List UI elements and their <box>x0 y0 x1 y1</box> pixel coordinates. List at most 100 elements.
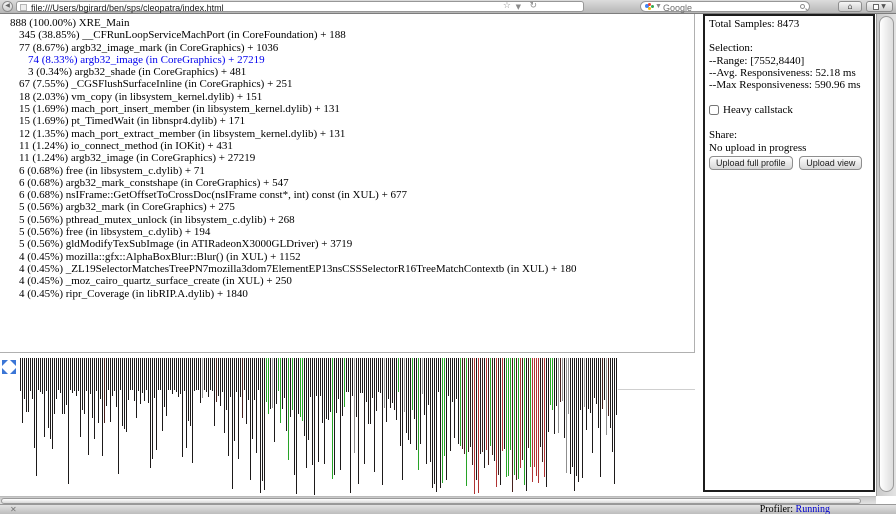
histogram-bar[interactable] <box>126 358 127 432</box>
reload-icon[interactable]: ↻ <box>529 1 537 11</box>
histogram-bar[interactable] <box>316 358 317 396</box>
histogram-bar[interactable] <box>192 358 193 463</box>
tree-row[interactable]: 345 (38.85%) __CFRunLoopServiceMachPort … <box>0 29 694 41</box>
histogram-bar[interactable] <box>306 358 307 468</box>
histogram-bar[interactable] <box>360 358 361 393</box>
histogram-bar[interactable] <box>442 358 443 483</box>
histogram-bar[interactable] <box>158 358 159 390</box>
histogram-bar[interactable] <box>66 358 67 405</box>
histogram-bar[interactable] <box>452 358 453 402</box>
histogram-bar[interactable] <box>342 358 343 416</box>
histogram-bar[interactable] <box>160 358 161 390</box>
histogram-bar[interactable] <box>200 358 201 403</box>
histogram-bar[interactable] <box>600 358 601 477</box>
histogram-bar[interactable] <box>470 358 471 447</box>
histogram-bar[interactable] <box>362 358 363 393</box>
histogram-bar[interactable] <box>230 358 231 397</box>
histogram-bar[interactable] <box>468 358 469 452</box>
histogram-bar[interactable] <box>308 358 309 440</box>
histogram-bar[interactable] <box>146 358 147 390</box>
tree-row[interactable]: 18 (2.03%) vm_copy (in libsystem_kernel.… <box>0 91 694 103</box>
histogram-bar[interactable] <box>340 358 341 470</box>
histogram-bar[interactable] <box>112 358 113 396</box>
histogram-bar[interactable] <box>186 358 187 448</box>
histogram-bar[interactable] <box>606 358 607 435</box>
histogram-bar[interactable] <box>64 358 65 414</box>
histogram-bar[interactable] <box>348 358 349 392</box>
histogram-bar[interactable] <box>296 358 297 494</box>
histogram-bar[interactable] <box>566 358 567 473</box>
histogram-bar[interactable] <box>334 358 335 475</box>
histogram-bar[interactable] <box>522 358 523 460</box>
histogram-bar[interactable] <box>154 358 155 398</box>
histogram-bar[interactable] <box>208 358 209 397</box>
histogram-bar[interactable] <box>354 358 355 453</box>
histogram-bar[interactable] <box>238 358 239 459</box>
vertical-scrollbar[interactable] <box>876 14 896 496</box>
histogram-bar[interactable] <box>604 358 605 400</box>
tree-row[interactable]: 4 (0.45%) ripr_Coverage (in libRIP.A.dyl… <box>0 288 694 300</box>
histogram-bar[interactable] <box>136 358 137 418</box>
histogram-bar[interactable] <box>588 358 589 409</box>
histogram-bar[interactable] <box>196 358 197 390</box>
tree-row[interactable]: 4 (0.45%) _moz_cairo_quartz_surface_crea… <box>0 275 694 287</box>
histogram-bar[interactable] <box>148 358 149 403</box>
histogram-bar[interactable] <box>100 358 101 399</box>
histogram-bar[interactable] <box>556 358 557 406</box>
histogram-bar[interactable] <box>344 358 345 407</box>
histogram-bar[interactable] <box>54 358 55 414</box>
histogram-bar[interactable] <box>42 358 43 394</box>
histogram-bar[interactable] <box>24 358 25 399</box>
tree-row[interactable]: 15 (1.69%) mach_port_insert_member (in l… <box>0 103 694 115</box>
histogram-bar[interactable] <box>222 358 223 392</box>
url-bar[interactable]: file:///Users/bgirard/ben/sps/cleopatra/… <box>16 1 584 12</box>
histogram-bar[interactable] <box>458 358 459 444</box>
histogram-bar[interactable] <box>234 358 235 441</box>
histogram-bar[interactable] <box>346 358 347 392</box>
histogram-bar[interactable] <box>242 358 243 418</box>
histogram-bar[interactable] <box>390 358 391 408</box>
histogram-bar[interactable] <box>446 358 447 480</box>
histogram-bar[interactable] <box>416 358 417 450</box>
histogram-bar[interactable] <box>406 358 407 433</box>
histogram-bar[interactable] <box>118 358 119 474</box>
histogram-bar[interactable] <box>204 358 205 390</box>
histogram-bar[interactable] <box>486 358 487 450</box>
histogram-bar[interactable] <box>216 358 217 402</box>
histogram-bar[interactable] <box>374 358 375 472</box>
histogram-bar[interactable] <box>476 358 477 480</box>
histogram-bar[interactable] <box>22 358 23 423</box>
histogram-bar[interactable] <box>572 358 573 467</box>
search-input[interactable]: ▼ Google <box>640 1 810 12</box>
histogram-bar[interactable] <box>220 358 221 406</box>
histogram-bar[interactable] <box>214 358 215 426</box>
histogram-bar[interactable] <box>564 358 565 438</box>
histogram-bar[interactable] <box>408 358 409 440</box>
histogram-bar[interactable] <box>558 358 559 433</box>
histogram-bar[interactable] <box>304 358 305 436</box>
histogram-bar[interactable] <box>436 358 437 492</box>
histogram-bar[interactable] <box>114 358 115 391</box>
histogram-bar[interactable] <box>56 358 57 399</box>
histogram-bar[interactable] <box>448 358 449 396</box>
histogram-bar[interactable] <box>142 358 143 393</box>
histogram-bar[interactable] <box>302 358 303 421</box>
histogram-bar[interactable] <box>218 358 219 396</box>
histogram-bar[interactable] <box>264 358 265 490</box>
histogram-bar[interactable] <box>122 358 123 426</box>
histogram-bar[interactable] <box>84 358 85 414</box>
histogram-bar[interactable] <box>228 358 229 456</box>
histogram-bar[interactable] <box>414 358 415 419</box>
histogram-bar[interactable] <box>268 358 269 414</box>
histogram-bar[interactable] <box>248 358 249 400</box>
bookmarks-panel-button[interactable]: ▼ <box>866 1 893 12</box>
histogram-bar[interactable] <box>614 358 615 484</box>
histogram-bar[interactable] <box>280 358 281 423</box>
histogram-bar[interactable] <box>318 358 319 462</box>
histogram-bar[interactable] <box>530 358 531 467</box>
histogram-bar[interactable] <box>294 358 295 475</box>
histogram-bar[interactable] <box>162 358 163 431</box>
histogram-bar[interactable] <box>134 358 135 401</box>
histogram-bar[interactable] <box>426 358 427 464</box>
tree-row[interactable]: 5 (0.56%) free (in libsystem_c.dylib) + … <box>0 226 694 238</box>
